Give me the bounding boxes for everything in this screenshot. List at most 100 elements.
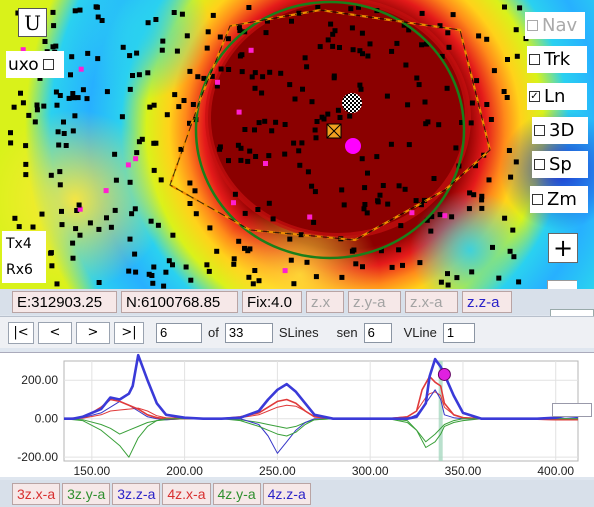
channel-zx-button[interactable]: z.x (306, 291, 344, 313)
station-dot (59, 208, 64, 214)
legend-4z-y-a[interactable]: 4z.y-a (212, 482, 261, 505)
station-dot (505, 57, 510, 62)
x-tick-label: 300.00 (352, 464, 389, 478)
legend-4z-x-a[interactable]: 4z.x-a (162, 482, 211, 505)
checker-marker[interactable] (342, 93, 362, 113)
station-dot (311, 219, 317, 225)
station-dot (517, 5, 523, 11)
station-dot (48, 172, 54, 178)
station-dot (262, 118, 268, 124)
station-dot (353, 261, 359, 267)
station-dot (416, 82, 422, 88)
legend-3z-z-a[interactable]: 3z.z-a (112, 482, 161, 505)
station-dot (302, 55, 308, 61)
target-marker[interactable] (345, 138, 361, 154)
station-dot (256, 278, 262, 284)
station-dot (55, 129, 61, 135)
trk-toggle[interactable]: Trk (527, 46, 587, 73)
x-tick-label: 350.00 (445, 464, 482, 478)
uxo-toggle[interactable]: uxo (6, 51, 64, 78)
profile-plot[interactable]: 200.00 0.00 -200.00 150.00 200.00 250.00 300.0… (0, 352, 594, 478)
station-dot (444, 85, 450, 91)
channel-zy-a-button[interactable]: z.y-a (348, 291, 401, 313)
channel-zz-a-button[interactable]: z.z-a (462, 291, 512, 313)
station-dot (225, 36, 231, 42)
nav-toggle[interactable]: Nav (525, 12, 585, 39)
station-dot (250, 281, 256, 287)
vline-field[interactable]: 1 (442, 322, 475, 343)
legend-3z-y-a[interactable]: 3z.y-a (62, 482, 111, 505)
station-dot (172, 92, 178, 98)
sen-label: sen (336, 325, 358, 340)
station-dot (422, 99, 428, 105)
3d-checkbox[interactable] (534, 125, 545, 136)
station-dot (419, 10, 425, 16)
station-dot (292, 96, 298, 102)
sp-checkbox[interactable] (534, 159, 545, 170)
zm-checkbox[interactable] (532, 194, 543, 205)
station-dot (188, 277, 194, 283)
line-number-field[interactable]: 6 (156, 322, 202, 343)
heatmap-canvas[interactable] (0, 0, 594, 289)
station-dot (193, 211, 199, 217)
station-dot (183, 264, 189, 270)
station-dot (479, 205, 485, 211)
station-dot (406, 142, 412, 148)
zoom-in-button[interactable]: + (548, 233, 578, 263)
last-line-button[interactable]: >| (114, 321, 144, 344)
station-dot (469, 100, 475, 106)
previous-line-button[interactable]: < (38, 321, 72, 344)
status-bar: E:312903.25 N:6100768.85 Fix:4.0 z.x z.y… (0, 289, 594, 315)
station-dot (304, 259, 310, 265)
station-dot (312, 127, 318, 133)
sen-field[interactable]: 6 (363, 322, 392, 343)
trk-checkbox[interactable] (529, 54, 540, 65)
station-dot (516, 279, 522, 285)
station-dot (365, 53, 371, 59)
nav-checkbox[interactable] (527, 20, 538, 31)
first-line-button[interactable]: |< (8, 321, 34, 344)
u-button[interactable]: U (18, 8, 47, 37)
station-dot (256, 120, 262, 126)
station-dot (242, 245, 247, 251)
profile-chart[interactable]: 200.00 0.00 -200.00 150.00 200.00 250.00 300.0… (0, 353, 594, 478)
channel-zx-a-button[interactable]: z.x-a (405, 291, 458, 313)
station-dot (61, 119, 66, 125)
station-dot (126, 268, 132, 274)
station-dot (8, 140, 14, 146)
line-navigation-bar: |< < > >| 6 of 33 SLines sen 6 VLine 1 (0, 316, 594, 348)
uxo-checkbox[interactable] (42, 59, 54, 70)
station-dot (72, 8, 78, 14)
station-dot (23, 161, 29, 167)
legend-3z-x-a[interactable]: 3z.x-a (12, 482, 61, 505)
next-line-button[interactable]: > (76, 321, 110, 344)
station-dot (153, 17, 159, 22)
ln-checkbox[interactable] (529, 91, 540, 102)
ln-toggle[interactable]: Ln (527, 83, 587, 110)
station-dot (127, 236, 133, 242)
station-dot (449, 214, 455, 220)
sp-toggle[interactable]: Sp (532, 151, 588, 178)
station-dot (288, 257, 294, 263)
station-dot (210, 12, 216, 18)
station-dot (502, 4, 507, 10)
station-dot (398, 223, 404, 229)
station-dot (187, 68, 193, 74)
3d-toggle[interactable]: 3D (532, 117, 588, 144)
legend-4z-z-a[interactable]: 4z.z-a (262, 482, 311, 505)
zm-label: Zm (547, 189, 577, 210)
station-dot (217, 144, 223, 150)
station-dot (360, 264, 365, 270)
station-dot (405, 102, 411, 108)
station-dot (66, 95, 72, 101)
zm-toggle[interactable]: Zm (530, 186, 588, 213)
station-dot (236, 109, 242, 115)
station-dot (349, 25, 355, 31)
station-dot (108, 224, 114, 230)
station-dot (226, 67, 232, 72)
station-dot (266, 153, 272, 159)
heatmap-view[interactable]: U uxo Nav Trk Ln 3D Sp Zm + (0, 0, 594, 289)
total-lines-field: 33 (224, 322, 273, 343)
station-dot (374, 154, 380, 160)
station-dot (161, 283, 167, 289)
